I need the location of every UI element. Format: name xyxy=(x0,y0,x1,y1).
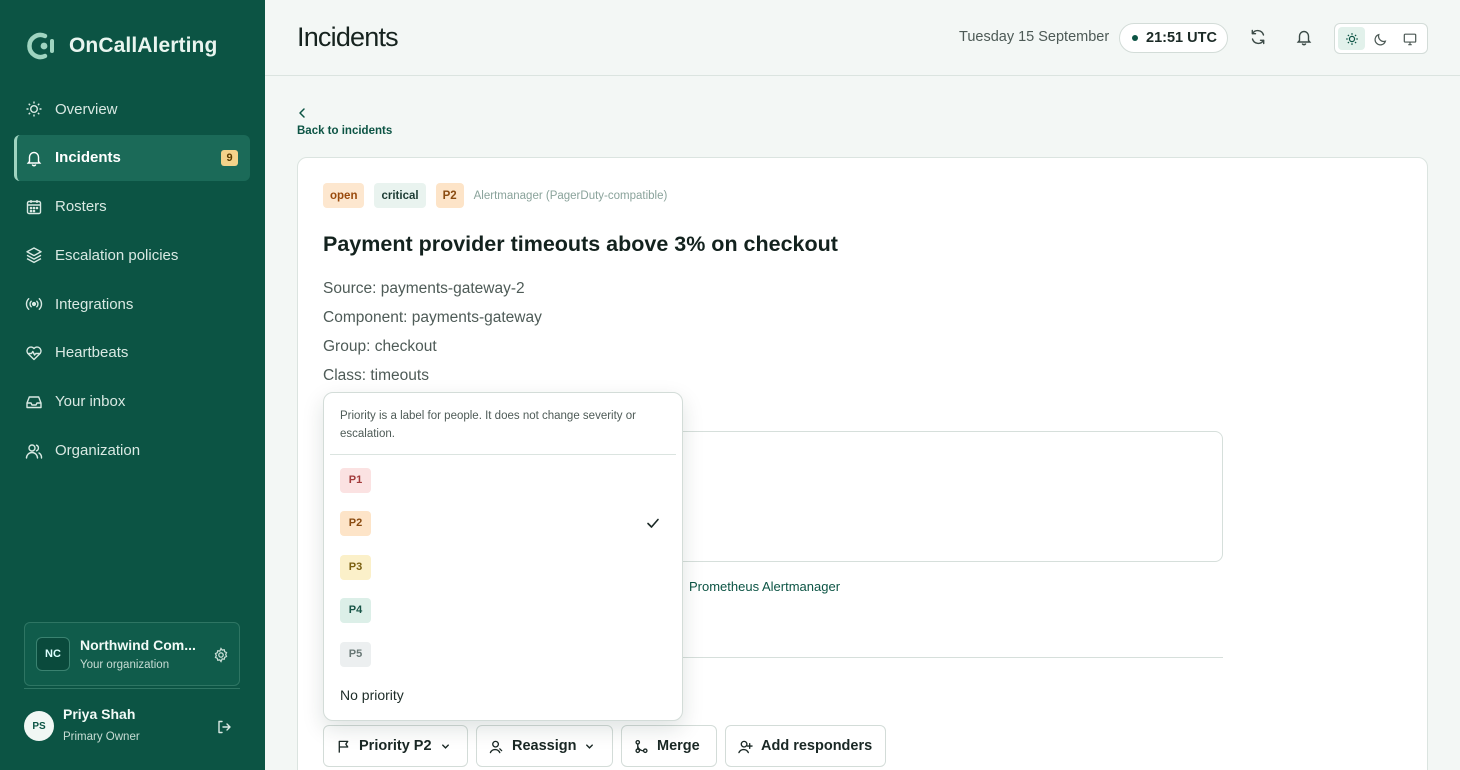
merge-button[interactable]: Merge xyxy=(621,725,717,767)
incident-class: Class: timeouts xyxy=(323,367,429,384)
chevron-down-icon xyxy=(586,743,594,749)
priority-option-p1[interactable]: P1 xyxy=(330,460,676,500)
priority-button[interactable]: Priority P2 xyxy=(323,725,468,767)
alert-source-label: Alertmanager (PagerDuty-compatible) xyxy=(473,189,668,202)
reassign-button-label: Reassign xyxy=(512,738,577,754)
system-theme-monitor-icon[interactable] xyxy=(1397,27,1424,50)
sidebar-item-label: Escalation policies xyxy=(55,246,179,264)
merge-icon xyxy=(635,739,648,753)
add-user-icon xyxy=(738,740,753,753)
heart-pulse-icon xyxy=(25,344,43,362)
sidebar-item-your-inbox[interactable]: Your inbox xyxy=(14,379,250,425)
sidebar-nav: Overview Incidents 9 Rosters Escalation … xyxy=(14,86,250,476)
sidebar-item-label: Rosters xyxy=(55,198,107,216)
sidebar-item-label: Overview xyxy=(55,100,118,118)
back-link-label: Back to incidents xyxy=(297,125,393,137)
org-avatar: NC xyxy=(36,637,70,671)
sidebar-item-label: Organization xyxy=(55,442,141,460)
priority-button-label: Priority P2 xyxy=(359,738,432,754)
add-responders-button[interactable]: Add responders xyxy=(725,725,886,767)
sidebar-item-integrations[interactable]: Integrations xyxy=(14,281,250,327)
sidebar-item-incidents[interactable]: Incidents 9 xyxy=(14,134,250,181)
incident-title: Payment provider timeouts above 3% on ch… xyxy=(323,232,838,256)
organization-card[interactable]: NC Northwind Com... Your organization xyxy=(24,622,240,686)
users-icon xyxy=(25,442,43,460)
sidebar-item-heartbeats[interactable]: Heartbeats xyxy=(14,330,250,376)
sidebar-item-label: Integrations xyxy=(55,295,134,313)
sidebar: OnCallAlerting Overview Incidents 9 Rost… xyxy=(0,0,265,770)
calendar-icon xyxy=(25,198,43,216)
sidebar-item-label: Incidents xyxy=(55,149,121,167)
clock-time: 21:51 UTC xyxy=(1146,30,1217,46)
sidebar-item-label: Heartbeats xyxy=(55,344,129,362)
sidebar-item-label: Your inbox xyxy=(55,393,126,411)
org-name: Northwind Com... xyxy=(80,637,196,653)
app-logo-icon xyxy=(25,30,59,62)
incident-chips: open critical P2 Alertmanager (PagerDuty… xyxy=(323,183,667,208)
incident-source: Source: payments-gateway-2 xyxy=(323,280,525,297)
no-priority-label: No priority xyxy=(340,687,404,703)
status-badge: open xyxy=(323,183,365,208)
broadcast-icon xyxy=(25,295,43,313)
chevron-down-icon xyxy=(441,743,449,749)
user-icon xyxy=(489,740,503,753)
priority-option-p5[interactable]: P5 xyxy=(330,634,676,674)
notifications-bell-icon[interactable] xyxy=(1295,28,1313,46)
priority-chip: P1 xyxy=(340,467,371,493)
utc-clock: 21:51 UTC xyxy=(1119,23,1228,53)
sidebar-item-rosters[interactable]: Rosters xyxy=(14,184,250,230)
add-responders-label: Add responders xyxy=(761,738,873,754)
current-date: Tuesday 15 September xyxy=(959,29,1110,45)
incident-component: Component: payments-gateway xyxy=(323,309,542,326)
severity-badge: critical xyxy=(374,183,426,208)
priority-dropdown-menu: Priority is a label for people. It does … xyxy=(323,392,683,721)
priority-chip: P2 xyxy=(340,510,371,536)
merge-button-label: Merge xyxy=(657,738,700,754)
flag-icon xyxy=(338,740,349,753)
back-to-incidents-link[interactable]: Back to incidents xyxy=(297,106,392,137)
logout-icon[interactable] xyxy=(216,719,232,735)
sun-icon xyxy=(25,100,43,118)
org-subtitle: Your organization xyxy=(80,659,170,671)
sidebar-item-escalation-policies[interactable]: Escalation policies xyxy=(14,232,250,278)
incident-count-badge: 9 xyxy=(221,149,238,166)
theme-switcher xyxy=(1334,23,1428,54)
app-name: OnCallAlerting xyxy=(69,34,218,57)
user-role: Primary Owner xyxy=(63,731,140,743)
top-bar: Incidents Tuesday 15 September 21:51 UTC xyxy=(265,0,1460,76)
bell-icon xyxy=(25,149,43,167)
priority-option-p2[interactable]: P2 xyxy=(330,503,676,543)
sidebar-item-overview[interactable]: Overview xyxy=(14,86,250,132)
reassign-button[interactable]: Reassign xyxy=(476,725,613,767)
priority-option-none[interactable]: No priority xyxy=(330,675,676,715)
priority-option-p4[interactable]: P4 xyxy=(330,590,676,630)
priority-option-p3[interactable]: P3 xyxy=(330,547,676,587)
user-name: Priya Shah xyxy=(63,706,136,722)
integration-link[interactable]: Prometheus Alertmanager xyxy=(689,579,840,594)
chevron-left-icon xyxy=(297,107,307,124)
inbox-icon xyxy=(25,393,43,411)
status-dot-icon xyxy=(1132,35,1138,41)
page-title: Incidents xyxy=(297,22,399,52)
sidebar-divider xyxy=(24,688,240,689)
priority-help-text: Priority is a label for people. It does … xyxy=(340,410,636,440)
gear-icon[interactable] xyxy=(213,647,229,663)
avatar[interactable]: PS xyxy=(24,711,54,741)
priority-badge: P2 xyxy=(435,183,464,208)
priority-chip: P4 xyxy=(340,597,371,623)
sidebar-item-organization[interactable]: Organization xyxy=(14,428,250,474)
checkmark-icon xyxy=(645,515,661,531)
dark-theme-moon-icon[interactable] xyxy=(1367,27,1394,50)
priority-chip: P5 xyxy=(340,641,371,667)
layers-icon xyxy=(25,246,43,264)
brand[interactable]: OnCallAlerting xyxy=(25,30,217,62)
priority-chip: P3 xyxy=(340,554,371,580)
incident-group: Group: checkout xyxy=(323,338,437,355)
light-theme-sun-icon[interactable] xyxy=(1338,27,1366,50)
refresh-icon[interactable] xyxy=(1249,28,1267,46)
menu-divider xyxy=(330,454,676,455)
